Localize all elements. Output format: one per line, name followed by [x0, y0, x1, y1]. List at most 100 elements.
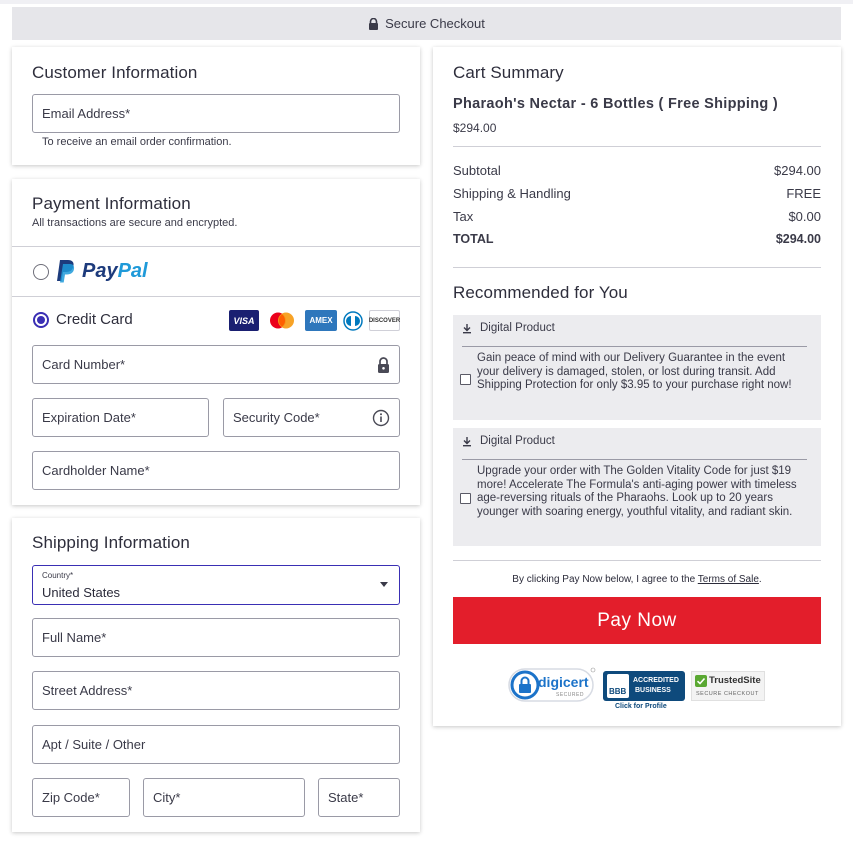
state-field[interactable]: State* — [318, 778, 400, 817]
shipping-information-title: Shipping Information — [32, 533, 190, 552]
product-price: $294.00 — [453, 121, 497, 135]
card-number-field[interactable]: Card Number* — [32, 345, 400, 384]
recommendation-tag-label: Digital Product — [480, 322, 555, 334]
recommendation-item: Digital Product Gain peace of mind with … — [453, 315, 821, 420]
terms-notice: By clicking Pay Now below, I agree to th… — [453, 574, 821, 585]
info-icon[interactable] — [372, 409, 390, 427]
trustedsite-badge[interactable]: TrustedSite SECURE CHECKOUT — [691, 671, 765, 701]
email-placeholder: Email Address* — [42, 106, 131, 121]
expiration-date-field[interactable]: Expiration Date* — [32, 398, 209, 437]
recommendation-text: Gain peace of mind with our Delivery Gua… — [477, 352, 792, 391]
product-name: Pharaoh's Nectar - 6 Bottles ( Free Ship… — [453, 96, 779, 112]
top-edge — [0, 0, 853, 4]
email-field[interactable]: Email Address* — [32, 94, 400, 133]
city-field[interactable]: City* — [143, 778, 305, 817]
paypal-brand-pal: Pal — [117, 260, 148, 282]
digicert-secured-label: SECURED — [556, 692, 584, 698]
recommended-title: Recommended for You — [453, 283, 628, 302]
mastercard-logo — [266, 310, 298, 331]
customer-information-title: Customer Information — [32, 63, 198, 82]
divider — [462, 459, 807, 460]
diners-club-logo — [342, 310, 364, 331]
payment-information-title: Payment Information — [32, 194, 191, 213]
full-name-placeholder: Full Name* — [42, 630, 107, 645]
secure-checkout-banner: Secure Checkout — [12, 7, 841, 40]
paypal-brand-pay: Pay — [82, 260, 118, 282]
bbb-business-label: BUSINESS — [635, 687, 671, 694]
tax-label: Tax — [453, 209, 474, 224]
divider — [453, 146, 821, 147]
bbb-click-for-profile: Click for Profile — [615, 703, 667, 710]
pay-now-button[interactable]: Pay Now — [453, 597, 821, 644]
recommendation-tag-label: Digital Product — [480, 435, 555, 447]
download-icon — [463, 436, 471, 446]
checkmark-icon — [695, 675, 707, 687]
country-label: Country* — [42, 571, 74, 580]
trustedsite-secure-checkout: SECURE CHECKOUT — [696, 691, 759, 697]
card-number-placeholder: Card Number* — [42, 357, 126, 372]
terms-prefix: By clicking Pay Now below, I agree to th… — [512, 574, 698, 585]
bbb-logo-text: BBB — [609, 687, 627, 696]
discover-logo-text: DISCOVER — [368, 317, 401, 324]
credit-card-radio[interactable] — [33, 312, 49, 328]
customer-information-card: Customer Information Email Address* To r… — [12, 47, 420, 165]
zip-code-placeholder: Zip Code* — [42, 790, 100, 805]
cardholder-name-placeholder: Cardholder Name* — [42, 463, 150, 478]
total-label: TOTAL — [453, 232, 494, 246]
paypal-option[interactable]: Pay Pal — [55, 259, 148, 284]
street-address-field[interactable]: Street Address* — [32, 671, 400, 710]
subtotal-row: Subtotal $294.00 — [453, 163, 821, 178]
zip-code-field[interactable]: Zip Code* — [32, 778, 130, 817]
recommendation-item: Digital Product Upgrade your order with … — [453, 428, 821, 546]
recommendation-checkbox[interactable] — [460, 374, 471, 385]
full-name-field[interactable]: Full Name* — [32, 618, 400, 657]
apt-suite-field[interactable]: Apt / Suite / Other — [32, 725, 400, 764]
chevron-down-icon[interactable] — [380, 582, 388, 587]
mastercard-icon — [270, 312, 294, 329]
divider — [12, 296, 420, 297]
recommendation-tag: Digital Product — [462, 322, 555, 334]
terms-of-sale-link[interactable]: Terms of Sale — [698, 574, 759, 585]
amex-logo-text: AMEX — [309, 316, 333, 325]
security-code-field[interactable]: Security Code* — [223, 398, 400, 437]
total-value: $294.00 — [775, 232, 821, 246]
lock-icon — [369, 17, 379, 30]
subtotal-label: Subtotal — [453, 163, 501, 178]
shipping-value: FREE — [786, 186, 821, 201]
divider — [462, 346, 807, 347]
divider — [453, 267, 821, 268]
recommendation-text: Upgrade your order with The Golden Vital… — [477, 465, 797, 518]
payment-subtitle: All transactions are secure and encrypte… — [32, 217, 238, 229]
email-note: To receive an email order confirmation. — [42, 136, 232, 148]
subtotal-value: $294.00 — [774, 163, 821, 178]
country-select[interactable]: Country* United States — [32, 565, 400, 605]
state-placeholder: State* — [328, 790, 364, 805]
apt-suite-placeholder: Apt / Suite / Other — [42, 737, 146, 752]
bbb-accredited-badge[interactable]: BBB ACCREDITED BUSINESS Click for Profil… — [603, 671, 685, 711]
diners-club-icon — [343, 310, 363, 331]
discover-logo: DISCOVER — [369, 310, 400, 331]
cardholder-name-field[interactable]: Cardholder Name* — [32, 451, 400, 490]
paypal-radio[interactable] — [33, 264, 49, 280]
recommendation-tag: Digital Product — [462, 435, 555, 447]
recommendation-checkbox[interactable] — [460, 493, 471, 504]
digicert-badge[interactable]: digicert SECURED — [508, 666, 596, 704]
bbb-accredited-label: ACCREDITED — [633, 677, 679, 684]
divider — [453, 560, 821, 561]
city-placeholder: City* — [153, 790, 181, 805]
cart-summary-card: Cart Summary Pharaoh's Nectar - 6 Bottle… — [433, 47, 841, 726]
digicert-wordmark: digicert — [538, 674, 589, 690]
divider — [12, 246, 420, 247]
shipping-information-card: Shipping Information Country* United Sta… — [12, 518, 420, 832]
payment-information-card: Payment Information All transactions are… — [12, 179, 420, 505]
paypal-icon — [57, 260, 75, 283]
lock-icon — [378, 356, 389, 373]
credit-card-label[interactable]: Credit Card — [56, 311, 133, 328]
trustedsite-wordmark: TrustedSite — [709, 675, 761, 686]
download-icon — [463, 323, 471, 333]
country-value: United States — [42, 585, 121, 600]
shipping-label: Shipping & Handling — [453, 186, 571, 201]
secure-checkout-label: Secure Checkout — [385, 16, 485, 31]
cart-summary-title: Cart Summary — [453, 63, 564, 82]
terms-suffix: . — [758, 574, 762, 585]
